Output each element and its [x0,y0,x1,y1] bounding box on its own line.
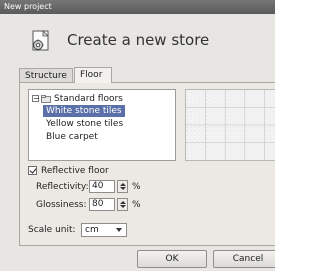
tree-root-label: Standard floors [54,94,123,104]
spin-down-icon[interactable] [120,205,126,208]
new-project-dialog: New project Create a new store Structure… [0,0,275,271]
spin-up-icon[interactable] [120,183,126,186]
glossiness-stepper[interactable] [117,198,128,211]
cancel-button[interactable]: Cancel [213,250,275,268]
floor-tree[interactable]: − Standard floors White stone tiles Yello… [28,89,176,161]
spin-down-icon[interactable] [120,187,126,190]
reflective-floor-option[interactable]: Reflective floor [28,165,109,177]
tree-root-standard-floors[interactable]: − Standard floors [32,93,123,105]
scale-unit-value: cm [85,225,99,235]
tree-item-white-stone-tiles[interactable]: White stone tiles [43,105,125,117]
reflectivity-row: Reflectivity: 40 % [36,180,186,194]
tree-item-yellow-stone-tiles[interactable]: Yellow stone tiles [43,118,126,130]
page-title: Create a new store [67,31,210,49]
scale-unit-row: Scale unit: cm [28,223,127,237]
window-title: New project [0,0,275,14]
glossiness-label: Glossiness: [36,200,87,210]
dialog-header: Create a new store [0,14,275,66]
glossiness-row: Glossiness: 80 % [36,198,186,212]
reflective-floor-label: Reflective floor [41,166,109,176]
folder-icon [41,94,51,103]
reflectivity-stepper[interactable] [117,180,128,193]
tree-item-blue-carpet[interactable]: Blue carpet [43,131,101,143]
collapse-icon[interactable]: − [32,95,40,103]
reflectivity-label: Reflectivity: [36,182,89,192]
reflectivity-input[interactable]: 40 [89,180,115,193]
ok-button[interactable]: OK [137,250,207,268]
store-settings-icon [32,30,49,51]
chevron-down-icon [116,228,122,232]
tab-floor[interactable]: Floor [74,67,112,83]
scale-unit-select[interactable]: cm [81,223,127,237]
spin-up-icon[interactable] [120,201,126,204]
glossiness-input[interactable]: 80 [89,198,115,211]
floor-panel: − Standard floors White stone tiles Yello… [19,82,275,246]
reflective-floor-checkbox[interactable] [28,166,37,175]
tab-structure[interactable]: Structure [19,68,73,82]
floor-preview-image [185,89,275,161]
scale-unit-label: Scale unit: [28,225,76,235]
reflectivity-unit: % [132,182,141,192]
glossiness-unit: % [132,200,141,210]
